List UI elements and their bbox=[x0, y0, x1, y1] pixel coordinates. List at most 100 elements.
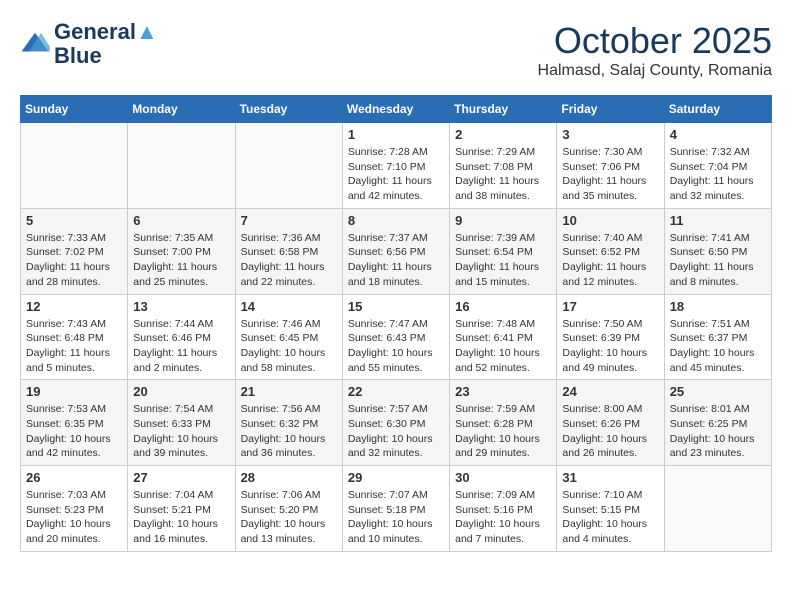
day-info: Sunrise: 7:39 AM Sunset: 6:54 PM Dayligh… bbox=[455, 231, 551, 290]
day-number: 25 bbox=[670, 384, 766, 399]
day-info: Sunrise: 7:56 AM Sunset: 6:32 PM Dayligh… bbox=[241, 402, 337, 461]
day-number: 31 bbox=[562, 470, 658, 485]
calendar-cell: 7 Sunrise: 7:36 AM Sunset: 6:58 PM Daylig… bbox=[235, 208, 342, 294]
day-number: 29 bbox=[348, 470, 444, 485]
day-number: 21 bbox=[241, 384, 337, 399]
calendar-cell: 10 Sunrise: 7:40 AM Sunset: 6:52 PM Dayli… bbox=[557, 208, 664, 294]
day-number: 28 bbox=[241, 470, 337, 485]
day-info: Sunrise: 7:30 AM Sunset: 7:06 PM Dayligh… bbox=[562, 145, 658, 204]
day-number: 2 bbox=[455, 127, 551, 142]
calendar-cell: 3Sunrise: 7:30 AM Sunset: 7:06 PM Daylig… bbox=[557, 123, 664, 209]
day-info: Sunrise: 8:01 AM Sunset: 6:25 PM Dayligh… bbox=[670, 402, 766, 461]
day-number: 11 bbox=[670, 213, 766, 228]
calendar-cell bbox=[21, 123, 128, 209]
calendar-cell: 16 Sunrise: 7:48 AM Sunset: 6:41 PM Dayli… bbox=[450, 294, 557, 380]
calendar-cell: 28 Sunrise: 7:06 AM Sunset: 5:20 PM Dayli… bbox=[235, 466, 342, 552]
day-number: 4 bbox=[670, 127, 766, 142]
day-info: Sunrise: 7:32 AM Sunset: 7:04 PM Dayligh… bbox=[670, 145, 766, 204]
calendar-cell: 8 Sunrise: 7:37 AM Sunset: 6:56 PM Daylig… bbox=[342, 208, 449, 294]
calendar-week-row: 19 Sunrise: 7:53 AM Sunset: 6:35 PM Dayli… bbox=[21, 380, 772, 466]
day-info: Sunrise: 7:36 AM Sunset: 6:58 PM Dayligh… bbox=[241, 231, 337, 290]
calendar-cell: 5 Sunrise: 7:33 AM Sunset: 7:02 PM Daylig… bbox=[21, 208, 128, 294]
day-info: Sunrise: 7:59 AM Sunset: 6:28 PM Dayligh… bbox=[455, 402, 551, 461]
calendar-cell: 29 Sunrise: 7:07 AM Sunset: 5:18 PM Dayli… bbox=[342, 466, 449, 552]
day-info: Sunrise: 8:00 AM Sunset: 6:26 PM Dayligh… bbox=[562, 402, 658, 461]
calendar-day-header: Sunday bbox=[21, 96, 128, 123]
day-info: Sunrise: 7:51 AM Sunset: 6:37 PM Dayligh… bbox=[670, 317, 766, 376]
day-number: 5 bbox=[26, 213, 122, 228]
day-info: Sunrise: 7:53 AM Sunset: 6:35 PM Dayligh… bbox=[26, 402, 122, 461]
calendar-cell: 14Sunrise: 7:46 AM Sunset: 6:45 PM Dayli… bbox=[235, 294, 342, 380]
day-info: Sunrise: 7:35 AM Sunset: 7:00 PM Dayligh… bbox=[133, 231, 229, 290]
day-info: Sunrise: 7:10 AM Sunset: 5:15 PM Dayligh… bbox=[562, 488, 658, 547]
day-number: 19 bbox=[26, 384, 122, 399]
day-info: Sunrise: 7:37 AM Sunset: 6:56 PM Dayligh… bbox=[348, 231, 444, 290]
calendar-cell: 6 Sunrise: 7:35 AM Sunset: 7:00 PM Daylig… bbox=[128, 208, 235, 294]
day-info: Sunrise: 7:50 AM Sunset: 6:39 PM Dayligh… bbox=[562, 317, 658, 376]
day-info: Sunrise: 7:54 AM Sunset: 6:33 PM Dayligh… bbox=[133, 402, 229, 461]
day-info: Sunrise: 7:04 AM Sunset: 5:21 PM Dayligh… bbox=[133, 488, 229, 547]
calendar-cell: 25 Sunrise: 8:01 AM Sunset: 6:25 PM Dayli… bbox=[664, 380, 771, 466]
calendar-cell: 11 Sunrise: 7:41 AM Sunset: 6:50 PM Dayli… bbox=[664, 208, 771, 294]
day-info: Sunrise: 7:06 AM Sunset: 5:20 PM Dayligh… bbox=[241, 488, 337, 547]
day-info: Sunrise: 7:57 AM Sunset: 6:30 PM Dayligh… bbox=[348, 402, 444, 461]
day-number: 27 bbox=[133, 470, 229, 485]
day-info: Sunrise: 7:41 AM Sunset: 6:50 PM Dayligh… bbox=[670, 231, 766, 290]
page-header: General▲ Blue October 2025 Halmasd, Sala… bbox=[20, 20, 772, 80]
calendar-cell: 30 Sunrise: 7:09 AM Sunset: 5:16 PM Dayli… bbox=[450, 466, 557, 552]
calendar-cell: 31 Sunrise: 7:10 AM Sunset: 5:15 PM Dayli… bbox=[557, 466, 664, 552]
calendar-cell: 1 Sunrise: 7:28 AM Sunset: 7:10 PM Daylig… bbox=[342, 123, 449, 209]
calendar-cell: 18 Sunrise: 7:51 AM Sunset: 6:37 PM Dayli… bbox=[664, 294, 771, 380]
day-number: 15 bbox=[348, 299, 444, 314]
day-info: Sunrise: 7:48 AM Sunset: 6:41 PM Dayligh… bbox=[455, 317, 551, 376]
logo: General▲ Blue bbox=[20, 20, 158, 68]
day-info: Sunrise: 7:29 AM Sunset: 7:08 PM Dayligh… bbox=[455, 145, 551, 204]
calendar-cell: 12 Sunrise: 7:43 AM Sunset: 6:48 PM Dayli… bbox=[21, 294, 128, 380]
calendar-week-row: 5 Sunrise: 7:33 AM Sunset: 7:02 PM Daylig… bbox=[21, 208, 772, 294]
calendar-day-header: Friday bbox=[557, 96, 664, 123]
day-info: Sunrise: 7:46 AM Sunset: 6:45 PM Dayligh… bbox=[241, 317, 337, 376]
day-info: Sunrise: 7:28 AM Sunset: 7:10 PM Dayligh… bbox=[348, 145, 444, 204]
day-info: Sunrise: 7:07 AM Sunset: 5:18 PM Dayligh… bbox=[348, 488, 444, 547]
month-title: October 2025 bbox=[538, 20, 772, 62]
day-number: 9 bbox=[455, 213, 551, 228]
calendar-cell: 23 Sunrise: 7:59 AM Sunset: 6:28 PM Dayli… bbox=[450, 380, 557, 466]
day-number: 6 bbox=[133, 213, 229, 228]
day-number: 10 bbox=[562, 213, 658, 228]
calendar-cell: 13Sunrise: 7:44 AM Sunset: 6:46 PM Dayli… bbox=[128, 294, 235, 380]
day-number: 23 bbox=[455, 384, 551, 399]
calendar-cell: 24 Sunrise: 8:00 AM Sunset: 6:26 PM Dayli… bbox=[557, 380, 664, 466]
calendar-cell: 4 Sunrise: 7:32 AM Sunset: 7:04 PM Daylig… bbox=[664, 123, 771, 209]
calendar-day-header: Tuesday bbox=[235, 96, 342, 123]
day-number: 8 bbox=[348, 213, 444, 228]
calendar-cell: 17Sunrise: 7:50 AM Sunset: 6:39 PM Dayli… bbox=[557, 294, 664, 380]
calendar-cell: 15 Sunrise: 7:47 AM Sunset: 6:43 PM Dayli… bbox=[342, 294, 449, 380]
day-number: 18 bbox=[670, 299, 766, 314]
calendar-cell: 20Sunrise: 7:54 AM Sunset: 6:33 PM Dayli… bbox=[128, 380, 235, 466]
calendar-week-row: 26Sunrise: 7:03 AM Sunset: 5:23 PM Dayli… bbox=[21, 466, 772, 552]
day-info: Sunrise: 7:47 AM Sunset: 6:43 PM Dayligh… bbox=[348, 317, 444, 376]
calendar-day-header: Monday bbox=[128, 96, 235, 123]
day-number: 1 bbox=[348, 127, 444, 142]
day-info: Sunrise: 7:09 AM Sunset: 5:16 PM Dayligh… bbox=[455, 488, 551, 547]
day-number: 13 bbox=[133, 299, 229, 314]
calendar-cell: 2 Sunrise: 7:29 AM Sunset: 7:08 PM Daylig… bbox=[450, 123, 557, 209]
calendar-cell: 21 Sunrise: 7:56 AM Sunset: 6:32 PM Dayli… bbox=[235, 380, 342, 466]
day-number: 16 bbox=[455, 299, 551, 314]
calendar-cell bbox=[664, 466, 771, 552]
day-info: Sunrise: 7:43 AM Sunset: 6:48 PM Dayligh… bbox=[26, 317, 122, 376]
calendar-week-row: 12 Sunrise: 7:43 AM Sunset: 6:48 PM Dayli… bbox=[21, 294, 772, 380]
calendar-cell: 19 Sunrise: 7:53 AM Sunset: 6:35 PM Dayli… bbox=[21, 380, 128, 466]
day-info: Sunrise: 7:40 AM Sunset: 6:52 PM Dayligh… bbox=[562, 231, 658, 290]
day-number: 30 bbox=[455, 470, 551, 485]
calendar-cell bbox=[235, 123, 342, 209]
logo-text: General▲ Blue bbox=[54, 20, 158, 68]
location-subtitle: Halmasd, Salaj County, Romania bbox=[538, 62, 772, 80]
calendar-cell: 26Sunrise: 7:03 AM Sunset: 5:23 PM Dayli… bbox=[21, 466, 128, 552]
calendar-day-header: Thursday bbox=[450, 96, 557, 123]
calendar-cell bbox=[128, 123, 235, 209]
day-number: 12 bbox=[26, 299, 122, 314]
day-info: Sunrise: 7:33 AM Sunset: 7:02 PM Dayligh… bbox=[26, 231, 122, 290]
day-number: 7 bbox=[241, 213, 337, 228]
day-number: 24 bbox=[562, 384, 658, 399]
